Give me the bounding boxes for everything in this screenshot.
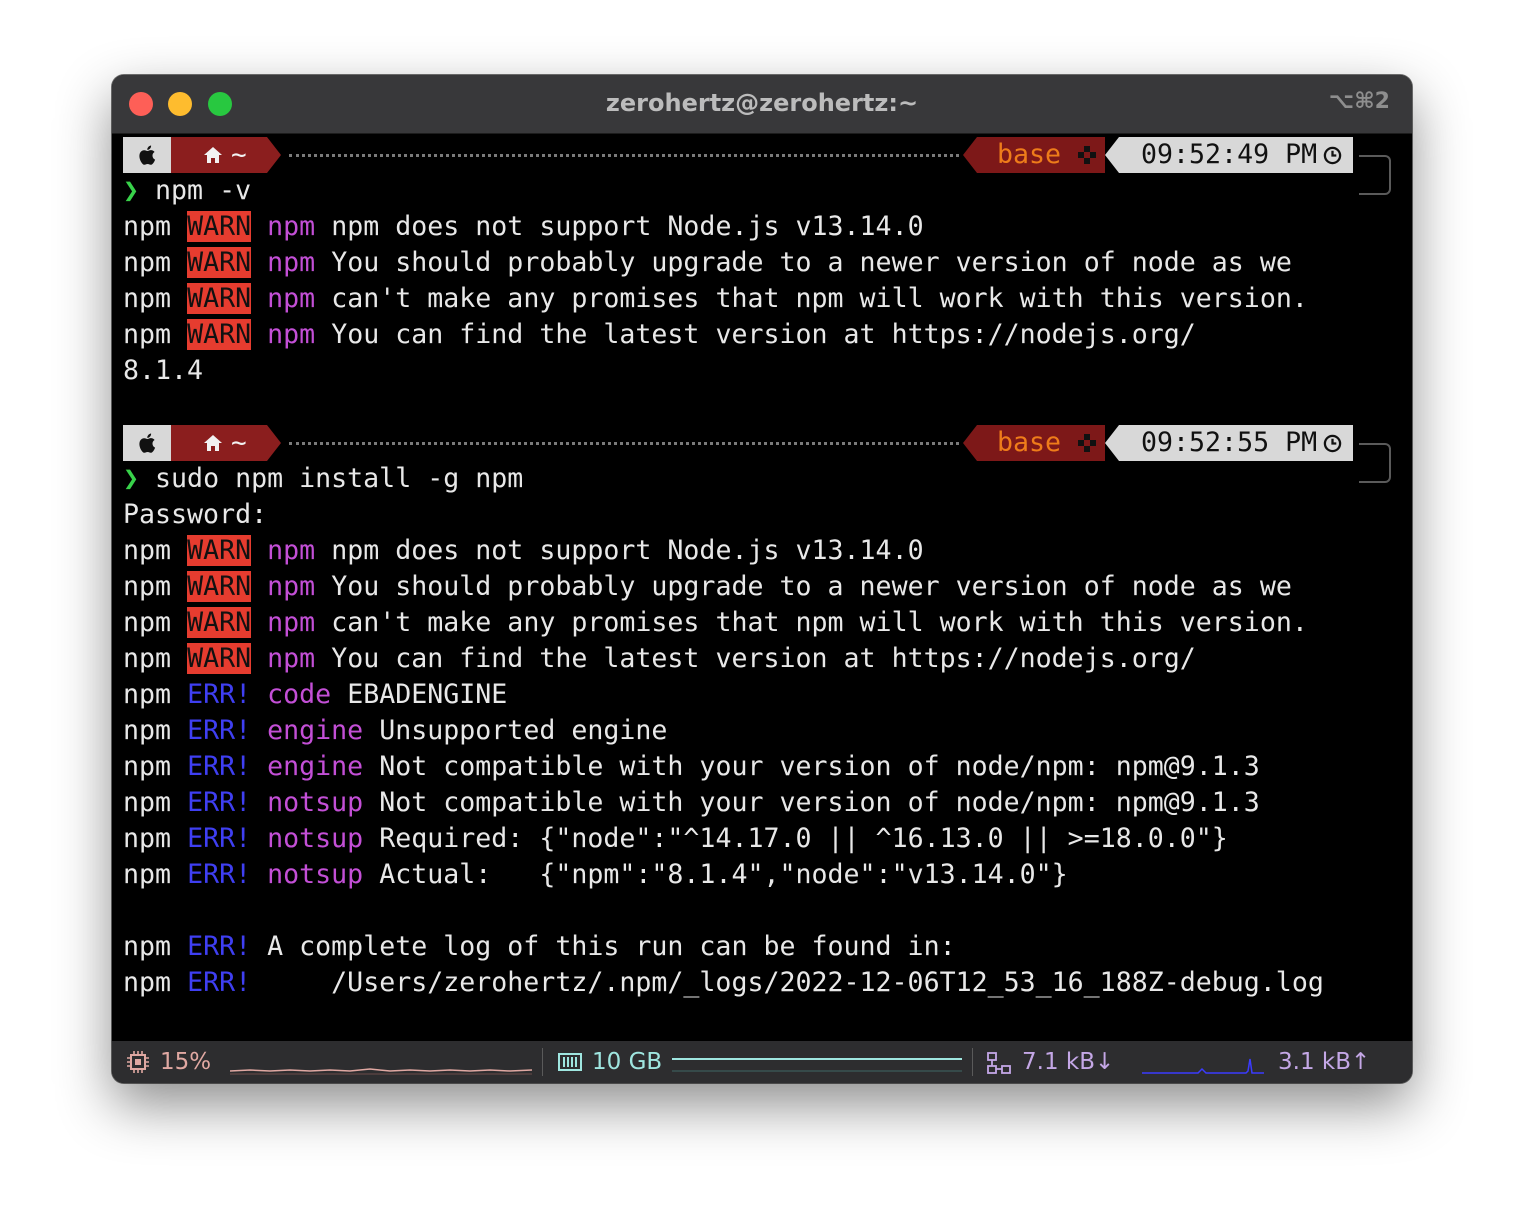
prompt-time-segment: 09:52:55 PM: [1119, 425, 1353, 461]
window-title: zerohertz@zerohertz:~: [605, 89, 919, 117]
network-upload: 3.1 kB↑: [1278, 1049, 1371, 1075]
home-icon: [204, 435, 222, 451]
err-line: npm ERR! engine Not compatible with your…: [123, 751, 1260, 782]
warn-badge: WARN: [187, 607, 252, 638]
warn-line: npm WARN npm can't make any promises tha…: [123, 283, 1308, 314]
warn-badge: WARN: [187, 247, 252, 278]
status-bar: 15% 10 GB 7.1 kB↓ 3.1 kB↑: [112, 1041, 1412, 1083]
memory-icon: [558, 1053, 582, 1071]
err-badge: ERR!: [187, 787, 252, 818]
warn-line: npm WARN npm You can find the latest ver…: [123, 319, 1196, 350]
prompt-dir: ~: [231, 428, 247, 458]
command-line: ❯ npm -v: [123, 173, 251, 209]
prompt-env-segment: base: [977, 425, 1105, 461]
prompt-time-segment: 09:52:49 PM: [1119, 137, 1353, 173]
memory-usage: 10 GB: [592, 1049, 663, 1075]
apple-icon: [139, 433, 156, 453]
warn-badge: WARN: [187, 211, 252, 242]
clock-icon: [1323, 146, 1342, 165]
warn-badge: WARN: [187, 319, 252, 350]
prompt-env: base: [997, 139, 1062, 170]
warn-badge: WARN: [187, 643, 252, 674]
warn-line: npm WARN npm You can find the latest ver…: [123, 643, 1196, 674]
err-line: npm ERR! code EBADENGINE: [123, 679, 508, 710]
version-output: 8.1.4: [123, 355, 204, 386]
memory-graph: [672, 1058, 962, 1072]
home-icon: [204, 147, 222, 163]
network-graph: [1142, 1058, 1264, 1074]
prompt-filler: [289, 442, 959, 445]
cpu-usage: 15%: [160, 1049, 212, 1075]
err-badge: ERR!: [187, 751, 252, 782]
window-shortcut: ⌥⌘2: [1328, 89, 1390, 114]
warn-line: npm WARN npm npm does not support Node.j…: [123, 211, 924, 242]
prompt-filler: [289, 154, 959, 157]
prompt-os-segment: [123, 425, 171, 461]
command-text: npm -v: [155, 175, 252, 206]
warn-badge: WARN: [187, 535, 252, 566]
err-badge: ERR!: [187, 967, 252, 998]
command-line: ❯ sudo npm install -g npm: [123, 461, 523, 497]
err-line: npm ERR! engine Unsupported engine: [123, 715, 668, 746]
prompt-os-segment: [123, 137, 171, 173]
err-line: npm ERR! notsup Required: {"node":"^14.1…: [123, 823, 1228, 854]
prompt-arrow: ❯: [123, 175, 140, 206]
clock-icon: [1323, 434, 1342, 453]
prompt-arrow: ❯: [123, 463, 140, 494]
network-download: 7.1 kB↓: [1022, 1049, 1115, 1075]
err-line: npm ERR! notsup Actual: {"npm":"8.1.4","…: [123, 859, 1068, 890]
warn-badge: WARN: [187, 283, 252, 314]
err-badge: ERR!: [187, 859, 252, 890]
python-icon: [1078, 434, 1096, 452]
warn-line: npm WARN npm You should probably upgrade…: [123, 571, 1292, 602]
err-badge: ERR!: [187, 679, 252, 710]
err-badge: ERR!: [187, 823, 252, 854]
err-badge: ERR!: [187, 715, 252, 746]
warn-line: npm WARN npm npm does not support Node.j…: [123, 535, 924, 566]
terminal-window: zerohertz@zerohertz:~ ⌥⌘2 ~ base 09:52:4…: [112, 75, 1412, 1083]
terminal-content[interactable]: ~ base 09:52:49 PM ❯ npm -v npm WARN npm…: [112, 133, 1412, 1041]
prompt-env: base: [997, 427, 1062, 458]
warn-line: npm WARN npm You should probably upgrade…: [123, 247, 1292, 278]
title-bar: zerohertz@zerohertz:~ ⌥⌘2: [112, 75, 1412, 134]
err-line: npm ERR! notsup Not compatible with your…: [123, 787, 1260, 818]
err-badge: ERR!: [187, 931, 252, 962]
prompt-bar: ~ base 09:52:55 PM: [123, 425, 1412, 483]
err-line: npm ERR! /Users/zerohertz/.npm/_logs/202…: [123, 967, 1324, 998]
prompt-time: 09:52:55 PM: [1141, 427, 1318, 458]
prompt-time: 09:52:49 PM: [1141, 139, 1318, 170]
python-icon: [1078, 146, 1096, 164]
password-prompt: Password:: [123, 499, 268, 530]
cpu-icon: [127, 1051, 149, 1073]
network-icon: [987, 1052, 1011, 1074]
err-line: npm ERR! A complete log of this run can …: [123, 931, 956, 962]
apple-icon: [139, 145, 156, 165]
warn-badge: WARN: [187, 571, 252, 602]
prompt-bar: ~ base 09:52:49 PM: [123, 137, 1412, 195]
command-text: sudo npm install -g npm: [155, 463, 524, 494]
cpu-graph: [230, 1068, 532, 1075]
prompt-dir: ~: [231, 140, 247, 170]
warn-line: npm WARN npm can't make any promises tha…: [123, 607, 1308, 638]
prompt-env-segment: base: [977, 137, 1105, 173]
